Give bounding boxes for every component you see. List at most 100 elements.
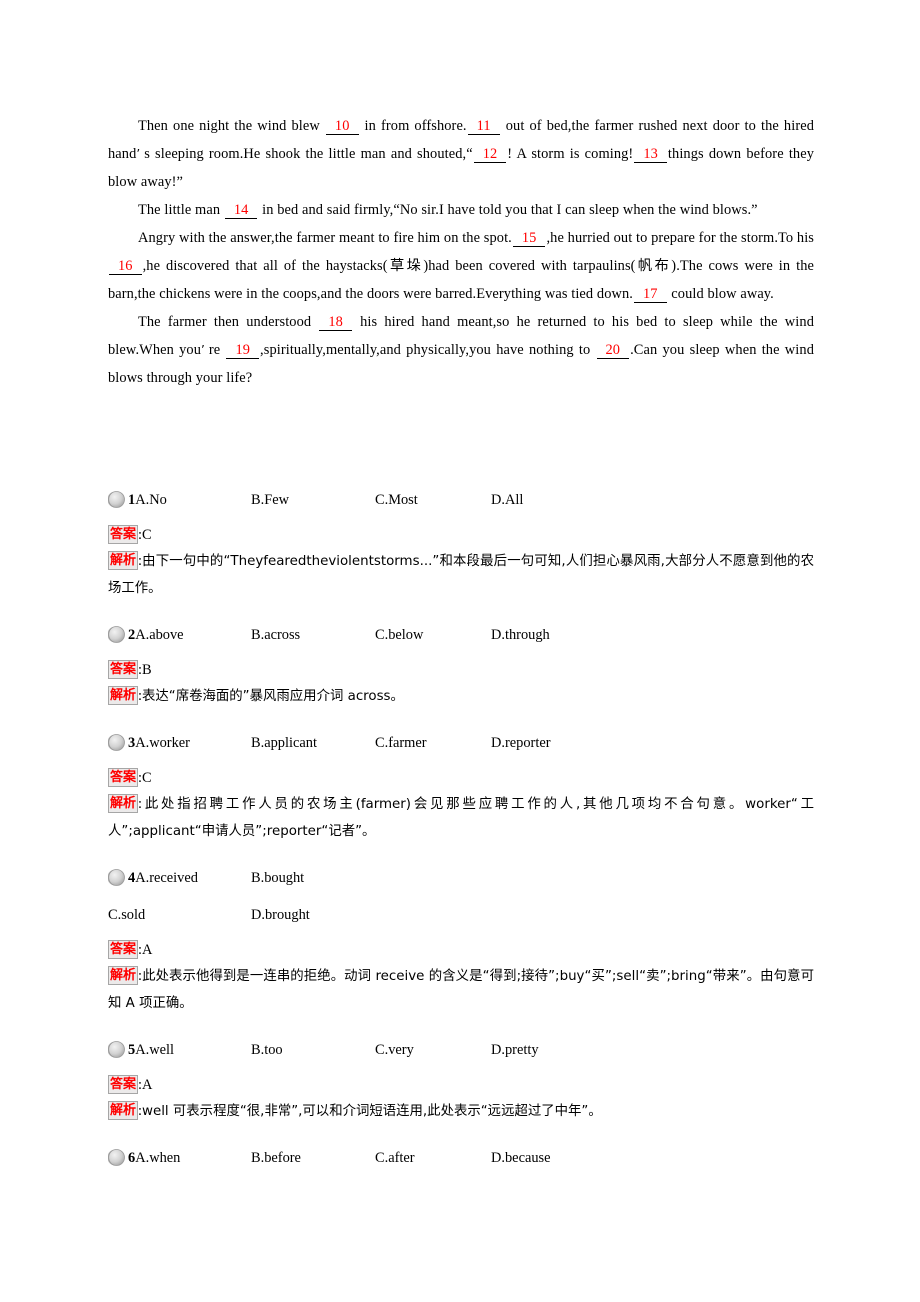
option-a-label[interactable]: A.received bbox=[135, 870, 198, 886]
question-gap bbox=[108, 1017, 814, 1037]
option-b-label[interactable]: B.applicant bbox=[251, 730, 317, 756]
question-number-and-option-a[interactable]: 6A.when bbox=[128, 1145, 180, 1171]
question-options-row: 1A.No B.Few C.Most D.All bbox=[107, 487, 814, 513]
option-c-label[interactable]: C.very bbox=[375, 1037, 414, 1063]
option-b-label[interactable]: B.across bbox=[251, 622, 300, 648]
option-c-label[interactable]: C.Most bbox=[375, 487, 418, 513]
question-number-and-option-a[interactable]: 3A.worker bbox=[128, 730, 190, 756]
option-a-label[interactable]: A.when bbox=[135, 1150, 180, 1166]
question-number-and-option-a[interactable]: 1A.No bbox=[128, 487, 167, 513]
option-c-label[interactable]: C.below bbox=[375, 622, 423, 648]
document-page: Then one night the wind blew 10 in from … bbox=[0, 0, 920, 1302]
answer-value: A bbox=[142, 1077, 153, 1093]
answer-value: C bbox=[142, 770, 152, 786]
option-d-label[interactable]: D.because bbox=[491, 1145, 551, 1171]
option-d-label[interactable]: D.brought bbox=[251, 902, 310, 928]
cloze-blank-18[interactable]: 18 bbox=[319, 314, 352, 331]
option-b-label[interactable]: B.too bbox=[251, 1037, 283, 1063]
questions-list: 1A.No B.Few C.Most D.All 答案:C 解析:由下一句中的“Theyf… bbox=[107, 487, 814, 1191]
analysis-tag: 解析 bbox=[108, 794, 139, 813]
answer-line: 答案:A bbox=[108, 1073, 814, 1098]
sphere-bullet-icon bbox=[107, 491, 125, 508]
passage-text: s sleeping room.He shook the little man … bbox=[144, 146, 473, 162]
option-c-label[interactable]: C.sold bbox=[108, 902, 145, 928]
question-block: 1A.No B.Few C.Most D.All 答案:C 解析:由下一句中的“Theyf… bbox=[107, 487, 814, 622]
answer-value: B bbox=[142, 662, 152, 678]
option-d-label[interactable]: D.All bbox=[491, 487, 523, 513]
cloze-blank-10[interactable]: 10 bbox=[325, 118, 359, 135]
question-block: 6A.when B.before C.after D.because bbox=[107, 1145, 814, 1191]
option-b-label[interactable]: B.bought bbox=[251, 865, 304, 891]
answer-tag: 答案 bbox=[108, 940, 139, 959]
passage-text: ! A storm is coming! bbox=[507, 146, 634, 162]
sphere-bullet-icon bbox=[107, 734, 125, 751]
passage-text: ,spiritually,mentally,and physically,you… bbox=[260, 342, 596, 358]
analysis-line: 解析:此处指招聘工作人员的农场主(farmer)会见那些应聘工作的人,其他几项均… bbox=[108, 791, 814, 845]
question-block: 3A.worker B.applicant C.farmer D.reporter 答案… bbox=[107, 730, 814, 865]
passage-paragraph: The farmer then understood 18 his hired … bbox=[108, 308, 814, 392]
question-gap bbox=[108, 602, 814, 622]
passage-text: could blow away. bbox=[667, 286, 774, 302]
option-c-label[interactable]: C.after bbox=[375, 1145, 415, 1171]
sphere-bullet-icon bbox=[107, 869, 125, 886]
passage-text: Then one night the wind blew bbox=[138, 118, 325, 134]
answer-tag: 答案 bbox=[108, 525, 139, 544]
answer-line: 答案:B bbox=[108, 658, 814, 683]
question-options-row-2: C.sold D.brought bbox=[108, 902, 814, 928]
option-a-label[interactable]: A.well bbox=[135, 1042, 174, 1058]
analysis-line: 解析:由下一句中的“Theyfearedtheviolentstorms...”… bbox=[108, 548, 814, 602]
cloze-blank-19[interactable]: 19 bbox=[226, 342, 260, 359]
question-block: 2A.above B.across C.below D.through 答案:B 解析:表… bbox=[107, 622, 814, 730]
question-number-and-option-a[interactable]: 2A.above bbox=[128, 622, 184, 648]
option-b-label[interactable]: B.Few bbox=[251, 487, 289, 513]
question-gap bbox=[108, 1125, 814, 1145]
cloze-blank-11[interactable]: 11 bbox=[467, 118, 500, 135]
cloze-blank-13[interactable]: 13 bbox=[634, 146, 667, 163]
analysis-text: well 可表示程度“很,非常”,可以和介词短语连用,此处表示“远远超过了中年”… bbox=[142, 1104, 602, 1119]
analysis-line: 解析:表达“席卷海面的”暴风雨应用介词 across。 bbox=[108, 683, 814, 710]
question-number-and-option-a[interactable]: 4A.received bbox=[128, 865, 198, 891]
answer-line: 答案:C bbox=[108, 766, 814, 791]
option-a-label[interactable]: A.above bbox=[135, 627, 183, 643]
passage-text: The little man bbox=[138, 202, 224, 218]
cloze-blank-16[interactable]: 16 bbox=[109, 258, 142, 275]
answer-value: C bbox=[142, 527, 152, 543]
analysis-text: 表达“席卷海面的”暴风雨应用介词 across。 bbox=[142, 689, 404, 704]
passage-text: The farmer then understood bbox=[138, 314, 319, 330]
passage-text: in bed and said firmly,“No sir.I have to… bbox=[258, 202, 758, 218]
analysis-tag: 解析 bbox=[108, 1101, 139, 1120]
option-d-label[interactable]: D.through bbox=[491, 622, 550, 648]
question-gap bbox=[108, 710, 814, 730]
answer-tag: 答案 bbox=[108, 660, 139, 679]
cloze-blank-15[interactable]: 15 bbox=[512, 230, 546, 247]
cloze-blank-20[interactable]: 20 bbox=[596, 342, 630, 359]
sphere-bullet-icon bbox=[107, 1149, 125, 1166]
answer-tag: 答案 bbox=[108, 768, 139, 787]
sphere-bullet-icon bbox=[107, 1041, 125, 1058]
option-a-label[interactable]: A.worker bbox=[135, 735, 190, 751]
cloze-blank-17[interactable]: 17 bbox=[634, 286, 667, 303]
sphere-bullet-icon bbox=[107, 626, 125, 643]
question-number-and-option-a[interactable]: 5A.well bbox=[128, 1037, 174, 1063]
option-d-label[interactable]: D.pretty bbox=[491, 1037, 539, 1063]
option-b-label[interactable]: B.before bbox=[251, 1145, 301, 1171]
answer-value: A bbox=[142, 942, 153, 958]
question-options-row: 4A.received B.bought bbox=[107, 865, 814, 891]
cloze-blank-14[interactable]: 14 bbox=[224, 202, 258, 219]
cloze-blank-12[interactable]: 12 bbox=[473, 146, 507, 163]
question-gap bbox=[108, 1171, 814, 1191]
passage-paragraph: The little man 14 in bed and said firmly… bbox=[108, 196, 814, 224]
option-a-label[interactable]: A.No bbox=[135, 492, 167, 508]
question-options-row: 3A.worker B.applicant C.farmer D.reporter bbox=[107, 730, 814, 756]
analysis-tag: 解析 bbox=[108, 966, 139, 985]
option-d-label[interactable]: D.reporter bbox=[491, 730, 551, 756]
answer-line: 答案:C bbox=[108, 523, 814, 548]
option-c-label[interactable]: C.farmer bbox=[375, 730, 427, 756]
passage-paragraph: Angry with the answer,the farmer meant t… bbox=[108, 224, 814, 308]
analysis-line: 解析:此处表示他得到是一连串的拒绝。动词 receive 的含义是“得到;接待”… bbox=[108, 963, 814, 1017]
